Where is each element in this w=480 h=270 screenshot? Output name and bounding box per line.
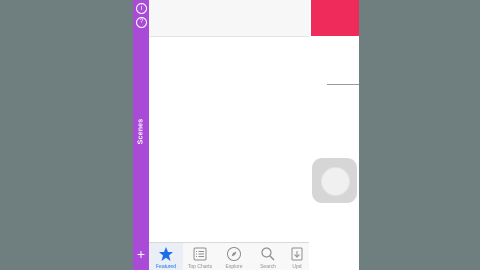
tab-updates[interactable]: Upd <box>285 243 309 270</box>
tab-search[interactable]: Search <box>251 243 285 270</box>
list-icon <box>193 247 207 261</box>
scenes-label: Scenes <box>137 118 145 145</box>
updates-icon <box>291 247 303 261</box>
tab-top-charts[interactable]: Top Charts <box>183 243 217 270</box>
info-icon[interactable]: i <box>136 3 147 14</box>
app-store-view: Featured Top Charts Explore Search Upd <box>149 0 309 270</box>
compass-icon <box>227 247 241 261</box>
star-icon <box>159 247 173 261</box>
tab-featured[interactable]: Featured <box>149 243 183 270</box>
accent-header <box>311 0 359 36</box>
help-icon[interactable]: ? <box>136 17 147 28</box>
device-screen: i ? Scenes + Featured Top Charts Explore… <box>133 0 359 270</box>
assistive-touch-button[interactable] <box>312 158 357 203</box>
assistive-touch-knob <box>321 167 350 196</box>
side-panel <box>309 0 359 270</box>
navigation-bar <box>149 0 309 37</box>
divider <box>327 84 359 85</box>
add-icon[interactable]: + <box>135 247 147 261</box>
search-icon <box>261 247 275 261</box>
scenes-sidebar[interactable]: i ? Scenes + <box>133 0 149 270</box>
tab-featured-label: Featured <box>155 264 176 270</box>
tab-explore[interactable]: Explore <box>217 243 251 270</box>
tab-explore-label: Explore <box>225 264 243 270</box>
tab-top-charts-label: Top Charts <box>187 264 213 270</box>
tab-search-label: Search <box>260 264 276 270</box>
featured-content <box>149 37 309 242</box>
tab-bar: Featured Top Charts Explore Search Upd <box>149 242 309 270</box>
tab-updates-label: Upd <box>292 264 302 270</box>
background-right <box>359 0 480 270</box>
background-left <box>0 0 133 270</box>
